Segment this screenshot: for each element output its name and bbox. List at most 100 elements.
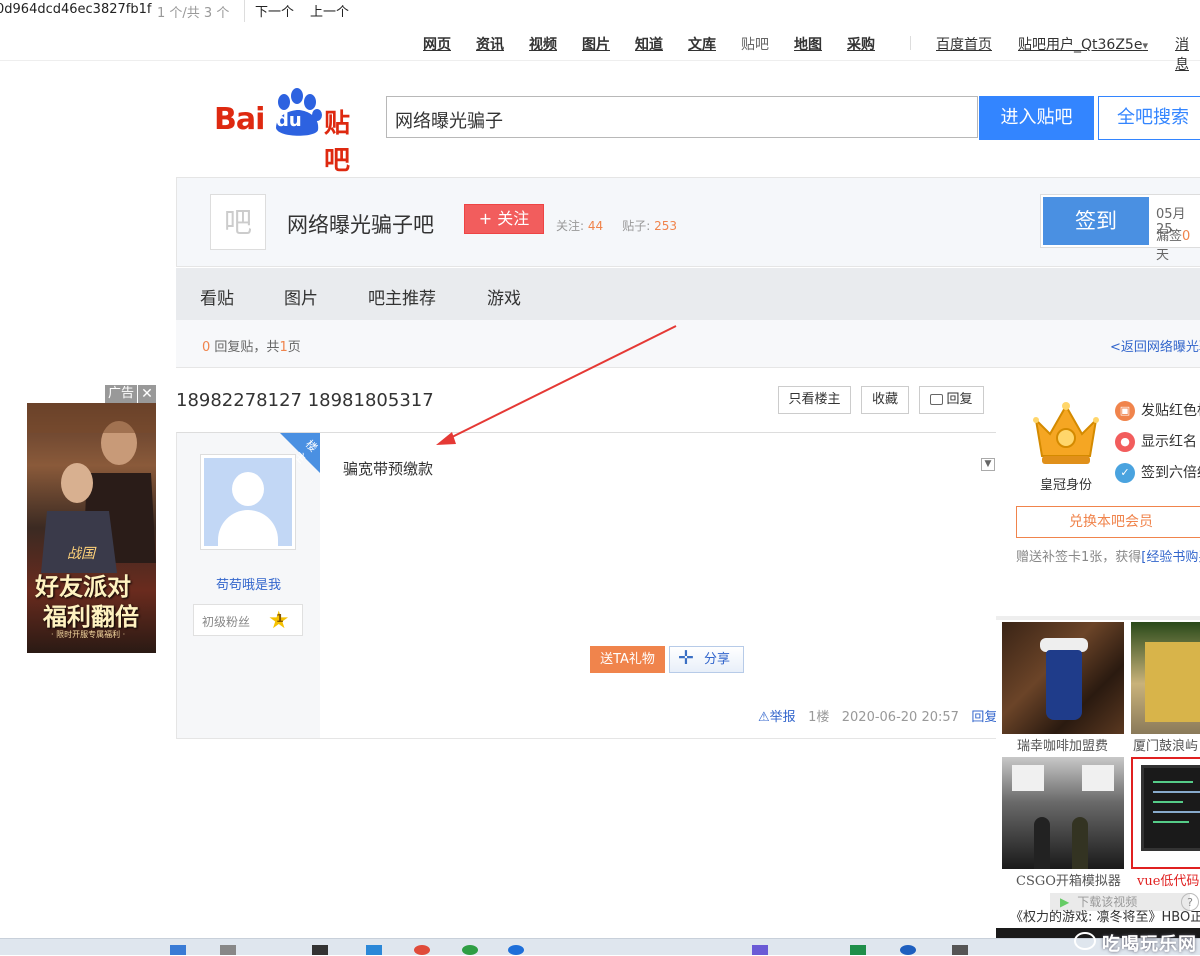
share-icon: ✛ (678, 647, 694, 669)
tile-coffee[interactable] (1002, 622, 1124, 734)
exchange-membership-button[interactable]: 兑换本吧会员 (1016, 506, 1200, 538)
post-title: 18982278127 18981805317 (176, 390, 434, 411)
ad-tagline: · 限时开服专属福利 · (51, 630, 126, 639)
author-name[interactable]: 苟苟哦是我 (216, 574, 281, 593)
logo-bai: Bai (214, 102, 265, 137)
nav-tieba[interactable]: 贴吧 (741, 34, 769, 54)
crown-label: 皇冠身份 (1040, 478, 1093, 493)
nav-purchase[interactable]: 采购 (847, 34, 875, 54)
tile-csgo-caption[interactable]: CSGO开箱模拟器 (1016, 870, 1121, 889)
tab-owner-recommend[interactable]: 吧主推荐 (368, 284, 436, 309)
follow-count: 44 (587, 219, 604, 233)
perk-sign-exp-label: 签到六倍经验 (1141, 465, 1200, 481)
sign-icon: ✓ (1115, 463, 1135, 483)
forum-stats: 关注: 44 贴子: 253 (556, 217, 677, 234)
forum-tabs: 看贴 图片 吧主推荐 游戏 (176, 268, 1200, 320)
back-to-forum-link[interactable]: <返回网络曝光骗子吧 (1110, 336, 1200, 355)
share-label: 分享 (704, 652, 731, 667)
nav-map[interactable]: 地图 (794, 34, 822, 54)
send-gift-button[interactable]: 送TA礼物 (590, 646, 665, 673)
search-all-button[interactable]: 全吧搜索 (1098, 96, 1200, 140)
ad-brand: 战国 (67, 546, 95, 562)
reply-text: 回复贴，共 (214, 340, 280, 355)
follow-count-label: 关注: (556, 219, 585, 233)
close-icon[interactable]: ✕ (138, 385, 156, 403)
tab-images[interactable]: 图片 (284, 284, 318, 309)
crown-icon (1033, 402, 1099, 464)
ad-headline-2: 福利翻倍 (43, 602, 139, 631)
sign-in-button[interactable]: 签到 (1043, 197, 1149, 245)
report-link[interactable]: ⚠举报 (758, 710, 796, 725)
floor-number: 1楼 (808, 710, 830, 725)
sign-missed-count: 0 (1182, 229, 1191, 244)
find-bar: 0d964dcd46ec3827fb1f 1 个/共 3 个 下一个 上一个 (0, 0, 1200, 22)
reply-button-label: 回复 (946, 392, 973, 407)
tile-gulangyu-caption[interactable]: 厦门鼓浪屿 (1133, 735, 1198, 754)
nav-video[interactable]: 视频 (529, 34, 557, 54)
bonus-text: 赠送补签卡1张，获得[经验书购买权] (1016, 546, 1200, 565)
forum-name[interactable]: 网络曝光骗子吧 (287, 209, 434, 239)
sign-missed: 漏签0天 (1156, 225, 1200, 263)
enter-forum-button[interactable]: 进入贴吧 (979, 96, 1094, 140)
warning-icon: ⚠ (758, 710, 770, 725)
post-footer: ⚠举报 1楼 2020-06-20 20:57 回复 (758, 706, 997, 725)
chat-icon: ● (1115, 432, 1135, 452)
nav-news[interactable]: 资讯 (476, 34, 504, 54)
taskbar (0, 938, 1200, 955)
sign-missed-prefix: 漏签 (1156, 229, 1183, 244)
tile-vue-caption[interactable]: vue低代码 (1137, 870, 1199, 889)
logo-tieba: 贴吧 (324, 109, 351, 176)
tile-coffee-caption[interactable]: 瑞幸咖啡加盟费 (1017, 735, 1108, 754)
ad-banner[interactable]: 战国 好友派对 福利翻倍 · 限时开服专属福利 · (27, 403, 156, 653)
only-owner-button[interactable]: 只看楼主 (778, 386, 851, 414)
follow-button[interactable]: + 关注 (464, 204, 544, 234)
favorite-button[interactable]: 收藏 (861, 386, 909, 414)
perk-red-name-label: 显示红名 (1141, 434, 1197, 450)
nav-zhidao[interactable]: 知道 (635, 34, 663, 54)
search-input[interactable]: 网络曝光骗子 (386, 96, 978, 138)
chevron-down-icon: ▾ (1142, 39, 1148, 52)
top-nav: 网页 资讯 视频 图片 知道 文库 贴吧 地图 采购 百度首页 贴吧用户_Qt3… (0, 24, 1200, 73)
logo-du: du (276, 110, 302, 131)
nav-baidu-home[interactable]: 百度首页 (936, 34, 992, 54)
reply-link[interactable]: 回复 (971, 710, 997, 725)
tile-vue[interactable] (1131, 757, 1200, 869)
nav-web[interactable]: 网页 (423, 34, 451, 54)
pager-info: 0 回复贴，共1页 (202, 336, 301, 355)
tab-view-posts[interactable]: 看贴 (200, 284, 234, 309)
avatar[interactable] (200, 454, 296, 550)
perk-red-title: ▣ 发贴红色标题 (1115, 400, 1200, 421)
level-name: 初级粉丝 (202, 615, 251, 629)
perk-red-title-label: 发贴红色标题 (1141, 403, 1200, 419)
share-button[interactable]: ✛ 分享 (669, 646, 744, 673)
find-next-button[interactable]: 下一个 (255, 1, 294, 20)
bonus-description: 赠送补签卡1张，获得 (1016, 550, 1142, 565)
sign-missed-suffix: 天 (1156, 248, 1170, 263)
nav-images[interactable]: 图片 (582, 34, 610, 54)
page-count: 1 (279, 340, 288, 355)
tab-games[interactable]: 游戏 (487, 284, 521, 309)
sidebar-divider (996, 616, 1200, 620)
ad-label: 广告 (105, 385, 137, 403)
post-count-label: 贴子: (622, 219, 651, 233)
find-query[interactable]: 0d964dcd46ec3827fb1f (0, 2, 151, 17)
report-label: 举报 (769, 710, 796, 725)
comment-icon (930, 394, 944, 405)
wechat-icon (1074, 932, 1096, 950)
chevron-down-icon[interactable]: ▼ (981, 458, 995, 471)
find-prev-button[interactable]: 上一个 (310, 1, 349, 20)
bonus-link[interactable]: [经验书购买权] (1141, 550, 1200, 565)
page-suffix: 页 (287, 340, 301, 355)
tile-gulangyu[interactable] (1131, 622, 1200, 734)
post-time: 2020-06-20 20:57 (841, 710, 959, 725)
nav-messages[interactable]: 消息 (1175, 34, 1200, 74)
tile-csgo[interactable] (1002, 757, 1124, 869)
video-title[interactable]: 《权力的游戏: 凛冬将至》HBO正版授权 (1010, 906, 1200, 925)
perk-red-name: ● 显示红名 (1115, 431, 1197, 452)
user-menu[interactable]: 贴吧用户_Qt36Z5e▾ (1018, 34, 1148, 54)
reply-button[interactable]: 回复 (919, 386, 984, 414)
find-count: 1 个/共 3 个 (157, 6, 230, 21)
post-content: 骗宽带预缴款 (343, 460, 434, 478)
nav-wenku[interactable]: 文库 (688, 34, 716, 54)
forum-avatar[interactable]: 吧 (210, 194, 266, 250)
